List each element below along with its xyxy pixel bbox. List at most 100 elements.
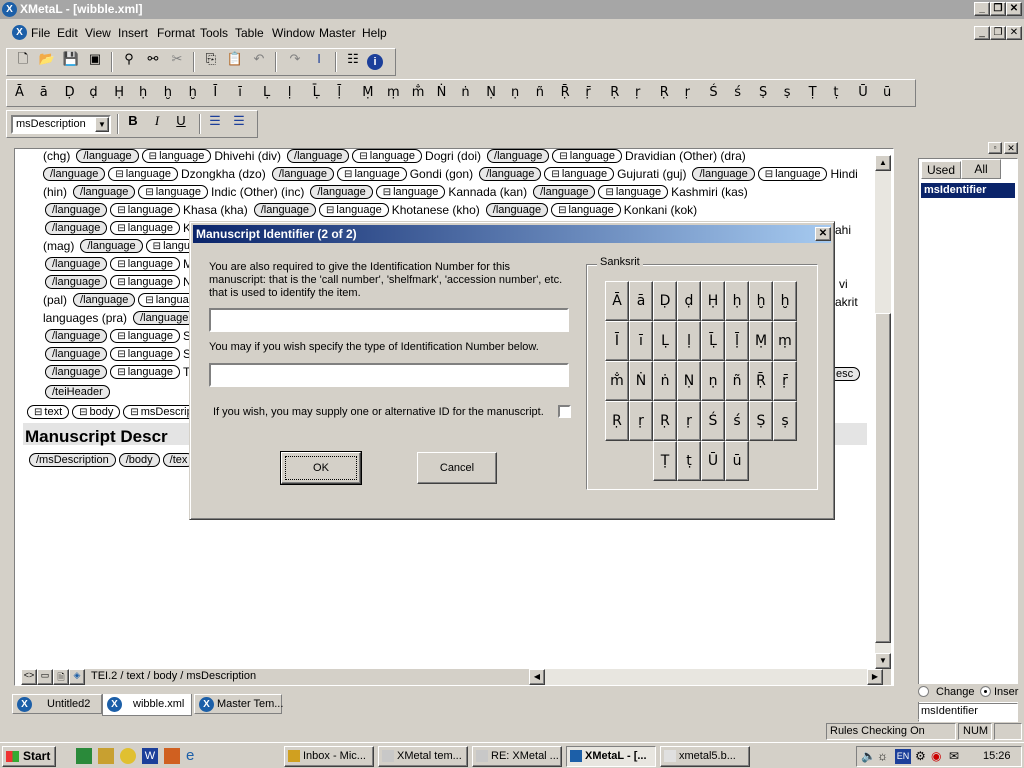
sanskrit-char-button[interactable]: Ṃ bbox=[749, 321, 773, 361]
browser-preview-icon[interactable]: ◈ bbox=[69, 669, 85, 685]
end-tag[interactable]: /language bbox=[76, 149, 139, 163]
sanskrit-char-button[interactable]: Ḷ bbox=[653, 321, 677, 361]
numbered-list-icon[interactable]: ☰ bbox=[205, 111, 225, 131]
end-tag[interactable]: /language bbox=[43, 167, 106, 181]
start-tag[interactable]: language bbox=[375, 185, 446, 199]
cancel-button[interactable]: Cancel bbox=[417, 452, 497, 484]
sanskrit-char-button[interactable]: ṛ bbox=[677, 401, 701, 441]
special-char-button[interactable]: ṅ bbox=[461, 85, 469, 100]
special-char-button[interactable]: Ḹ bbox=[313, 85, 320, 100]
sanskrit-char-button[interactable]: Ḍ bbox=[653, 281, 677, 321]
end-tag[interactable]: /language bbox=[479, 167, 542, 181]
end-tag[interactable]: /language bbox=[45, 221, 108, 235]
bold-button[interactable]: B bbox=[123, 111, 143, 131]
special-char-button[interactable]: Ā bbox=[15, 85, 24, 100]
start-tag[interactable]: language bbox=[319, 203, 389, 217]
special-char-button[interactable]: ḫ bbox=[164, 85, 172, 100]
menu-edit[interactable]: Edit bbox=[57, 26, 78, 40]
end-tag[interactable]: /teiHeader bbox=[45, 385, 110, 399]
list-item-msidentifier[interactable]: msIdentifier bbox=[921, 183, 1015, 198]
special-char-button[interactable]: ū bbox=[883, 85, 891, 100]
cut-icon[interactable]: ✂ bbox=[167, 49, 187, 69]
menu-format[interactable]: Format bbox=[157, 26, 195, 40]
normal-view-icon[interactable]: ▭ bbox=[37, 669, 53, 685]
menu-window[interactable]: Window bbox=[272, 26, 315, 40]
special-char-button[interactable]: m̐ bbox=[412, 85, 425, 100]
info-icon[interactable]: i bbox=[367, 54, 383, 70]
special-char-button[interactable]: ḫ bbox=[189, 85, 197, 100]
sanskrit-char-button[interactable]: ṛ bbox=[629, 401, 653, 441]
menu-view[interactable]: View bbox=[85, 26, 111, 40]
text-cursor-icon[interactable]: I bbox=[309, 49, 329, 69]
special-char-button[interactable]: Ṇ bbox=[486, 85, 496, 100]
special-char-button[interactable]: Ṛ bbox=[610, 85, 619, 100]
special-char-button[interactable]: Ṃ bbox=[362, 85, 373, 100]
panel-close-icon[interactable]: ✕ bbox=[1004, 142, 1018, 154]
special-char-button[interactable]: Ī bbox=[213, 85, 217, 100]
start-tag[interactable]: language bbox=[110, 329, 180, 343]
tags-view-icon[interactable]: <> bbox=[21, 669, 37, 685]
undo-icon[interactable]: ↶ bbox=[249, 49, 269, 69]
plain-text-view-icon[interactable]: 🗎 bbox=[53, 669, 69, 685]
sanskrit-char-button[interactable]: Ā bbox=[605, 281, 629, 321]
change-radio[interactable] bbox=[918, 686, 929, 697]
end-tag[interactable]: /language bbox=[310, 185, 373, 199]
end-tag[interactable]: /language bbox=[45, 257, 108, 271]
special-char-button[interactable]: ḍ bbox=[89, 85, 97, 100]
sanskrit-char-button[interactable]: ḫ bbox=[773, 281, 797, 321]
sanskrit-char-button[interactable]: Ḹ bbox=[701, 321, 725, 361]
sanskrit-char-button[interactable]: ñ bbox=[725, 361, 749, 401]
word-icon[interactable]: W bbox=[142, 748, 158, 764]
end-tag[interactable]: /language bbox=[73, 185, 136, 199]
tab-master-template[interactable]: X Master Tem... bbox=[194, 694, 283, 714]
document-icon[interactable]: X bbox=[12, 25, 27, 40]
start-tag[interactable]: language bbox=[110, 203, 180, 217]
taskbar-button[interactable]: RE: XMetal ... bbox=[472, 746, 562, 767]
end-tag[interactable]: /language bbox=[533, 185, 596, 199]
start-tag[interactable]: language bbox=[110, 221, 180, 235]
quicklaunch-icon[interactable] bbox=[98, 748, 114, 764]
end-tag[interactable]: /language bbox=[271, 167, 335, 181]
special-char-button[interactable]: Ḥ bbox=[114, 85, 124, 100]
menu-help[interactable]: Help bbox=[362, 26, 387, 40]
start-tag[interactable]: language bbox=[110, 365, 180, 379]
scroll-thumb[interactable] bbox=[875, 313, 891, 643]
special-char-button[interactable]: ś bbox=[734, 85, 741, 100]
copy-icon[interactable]: ⎘ bbox=[201, 49, 221, 69]
end-tag[interactable]: /body bbox=[118, 453, 160, 467]
end-tag[interactable]: /language bbox=[45, 329, 108, 343]
special-char-button[interactable]: ḹ bbox=[337, 85, 341, 100]
start-tag[interactable]: language bbox=[552, 149, 623, 163]
element-list[interactable]: Used All msIdentifier bbox=[918, 158, 1018, 722]
menu-table[interactable]: Table bbox=[235, 26, 264, 40]
sanskrit-char-button[interactable]: Ī bbox=[605, 321, 629, 361]
taskbar-button[interactable]: XMetaL - [... bbox=[566, 746, 656, 767]
start-tag[interactable]: language bbox=[108, 167, 178, 181]
menu-master[interactable]: Master bbox=[319, 26, 356, 40]
special-char-button[interactable]: ṛ bbox=[685, 85, 690, 100]
sanskrit-char-button[interactable]: ṅ bbox=[653, 361, 677, 401]
dialog-close-button[interactable]: ✕ bbox=[815, 227, 831, 241]
restore-button[interactable]: ❐ bbox=[990, 2, 1006, 16]
start-tag[interactable]: language bbox=[141, 149, 212, 163]
special-char-button[interactable]: ṝ bbox=[585, 85, 590, 100]
special-char-button[interactable]: Ṅ bbox=[437, 85, 447, 100]
sanskrit-char-button[interactable]: Ū bbox=[701, 441, 725, 481]
special-char-button[interactable]: ṣ bbox=[784, 85, 791, 100]
manuscript-heading[interactable]: Manuscript Descr bbox=[25, 427, 168, 447]
end-tag[interactable]: /language bbox=[287, 149, 350, 163]
end-tag[interactable]: /language bbox=[45, 347, 108, 361]
scroll-up-icon[interactable]: ▲ bbox=[875, 155, 891, 171]
current-element-field[interactable]: msIdentifier bbox=[918, 703, 1018, 720]
special-char-button[interactable]: Ś bbox=[709, 85, 717, 100]
start-tag[interactable]: language bbox=[110, 275, 180, 289]
end-tag[interactable]: /language bbox=[692, 167, 755, 181]
special-char-button[interactable]: ṭ bbox=[833, 85, 838, 100]
sanskrit-char-button[interactable]: Ḥ bbox=[701, 281, 725, 321]
tab-all[interactable]: All bbox=[961, 159, 1001, 179]
start-tag[interactable]: text bbox=[27, 405, 70, 419]
end-tag[interactable]: /msDescription bbox=[29, 453, 116, 467]
language-indicator[interactable]: EN bbox=[895, 749, 911, 764]
chevron-down-icon[interactable]: ▼ bbox=[95, 117, 109, 132]
sanskrit-char-button[interactable]: Ṝ bbox=[749, 361, 773, 401]
